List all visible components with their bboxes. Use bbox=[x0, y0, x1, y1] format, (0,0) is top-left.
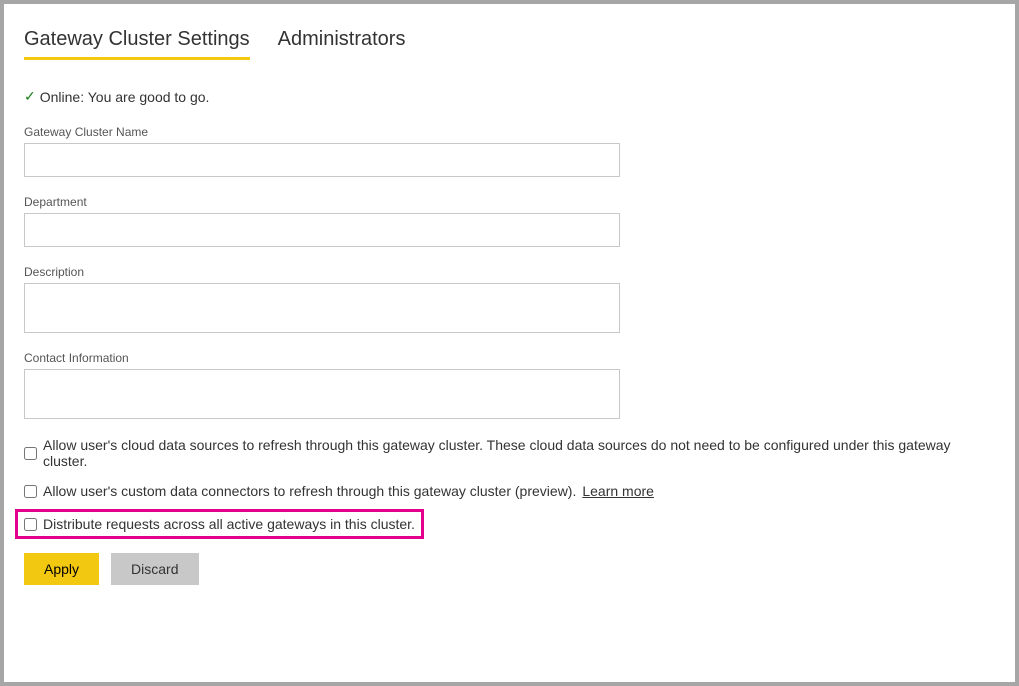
checkbox-cloud-sources-row: Allow user's cloud data sources to refre… bbox=[24, 437, 995, 469]
settings-panel: Gateway Cluster Settings Administrators … bbox=[4, 4, 1015, 682]
gateway-name-label: Gateway Cluster Name bbox=[24, 125, 995, 139]
contact-label: Contact Information bbox=[24, 351, 995, 365]
description-label: Description bbox=[24, 265, 995, 279]
distribute-highlight: Distribute requests across all active ga… bbox=[15, 509, 424, 539]
button-row: Apply Discard bbox=[24, 553, 995, 585]
status-row: ✓ Online: You are good to go. bbox=[24, 88, 995, 105]
field-gateway-name: Gateway Cluster Name bbox=[24, 125, 995, 177]
field-description: Description bbox=[24, 265, 995, 333]
discard-button[interactable]: Discard bbox=[111, 553, 198, 585]
gateway-name-input[interactable] bbox=[24, 143, 620, 177]
department-label: Department bbox=[24, 195, 995, 209]
checkbox-distribute-label: Distribute requests across all active ga… bbox=[43, 516, 415, 532]
checkbox-custom-connectors-label: Allow user's custom data connectors to r… bbox=[43, 483, 576, 499]
checkbox-distribute[interactable] bbox=[24, 518, 37, 531]
field-contact: Contact Information bbox=[24, 351, 995, 419]
check-icon: ✓ bbox=[24, 88, 36, 105]
checkbox-cloud-sources-label: Allow user's cloud data sources to refre… bbox=[43, 437, 995, 469]
status-text: Online: You are good to go. bbox=[40, 89, 210, 105]
tab-gateway-settings[interactable]: Gateway Cluster Settings bbox=[24, 28, 250, 60]
checkbox-custom-connectors[interactable] bbox=[24, 485, 37, 498]
learn-more-link[interactable]: Learn more bbox=[582, 483, 654, 499]
apply-button[interactable]: Apply bbox=[24, 553, 99, 585]
contact-input[interactable] bbox=[24, 369, 620, 419]
description-input[interactable] bbox=[24, 283, 620, 333]
checkbox-distribute-row: Distribute requests across all active ga… bbox=[24, 513, 995, 539]
checkbox-cloud-sources[interactable] bbox=[24, 447, 37, 460]
checkbox-custom-connectors-row: Allow user's custom data connectors to r… bbox=[24, 483, 995, 499]
department-input[interactable] bbox=[24, 213, 620, 247]
field-department: Department bbox=[24, 195, 995, 247]
tab-bar: Gateway Cluster Settings Administrators bbox=[24, 28, 995, 60]
tab-administrators[interactable]: Administrators bbox=[278, 28, 406, 60]
